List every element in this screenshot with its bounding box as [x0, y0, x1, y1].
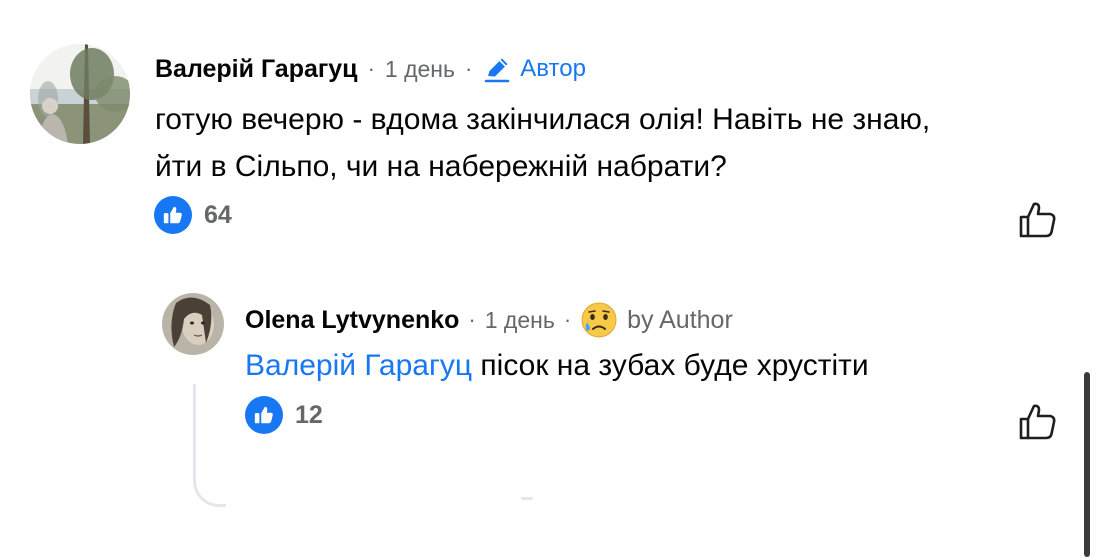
thread-connector-line [193, 384, 226, 507]
like-reaction-badge [154, 196, 192, 234]
author-badge: Автор [482, 54, 586, 84]
scrollbar-thumb[interactable] [1084, 372, 1090, 557]
reply-text-body: пісок на зубах буде хрустіти [472, 349, 869, 382]
crying-face-icon [581, 302, 617, 338]
reply-reactions[interactable]: 12 [245, 396, 323, 434]
reply-avatar[interactable] [162, 293, 224, 355]
reply-author-name[interactable]: Olena Lytvynenko [245, 306, 459, 335]
author-badge-label: by Author [627, 305, 733, 334]
thumbs-up-outline-icon [1019, 404, 1056, 440]
mention-link[interactable]: Валерій Гарагуц [245, 349, 472, 382]
thumbs-up-outline-icon [1019, 202, 1056, 238]
like-reaction-badge [245, 396, 283, 434]
like-button[interactable] [1016, 400, 1060, 444]
separator-dot: · [563, 307, 572, 332]
commenter-avatar[interactable] [30, 44, 130, 144]
reaction-count: 12 [295, 400, 323, 429]
separator-dot: · [468, 307, 476, 332]
reaction-count: 64 [204, 200, 232, 229]
lake-photo-avatar [30, 44, 130, 144]
comment-timestamp[interactable]: 1 день [385, 56, 455, 83]
separator-dot: · [367, 56, 375, 81]
reply-text: Валерій Гарагуц пісок на зубах буде хрус… [245, 345, 869, 387]
author-badge-label: Автор [520, 55, 586, 82]
pencil-icon [484, 58, 510, 83]
thread-connector-dot [521, 497, 533, 500]
separator-dot: · [464, 56, 473, 81]
like-icon [163, 206, 182, 224]
comment-author-name[interactable]: Валерій Гарагуц [155, 55, 358, 84]
portrait-photo-avatar [162, 293, 224, 355]
comment-reactions[interactable]: 64 [154, 196, 232, 234]
like-button[interactable] [1016, 198, 1060, 242]
comment-text-line: готую вечерю - вдома закінчилася олія! Н… [155, 103, 931, 136]
like-icon [254, 406, 273, 424]
comment-text: готую вечерю - вдома закінчилася олія! Н… [155, 96, 930, 190]
comment-text-line: йти в Сільпо, чи на набережній набрати? [155, 150, 727, 183]
reply-timestamp[interactable]: 1 день [485, 307, 555, 334]
